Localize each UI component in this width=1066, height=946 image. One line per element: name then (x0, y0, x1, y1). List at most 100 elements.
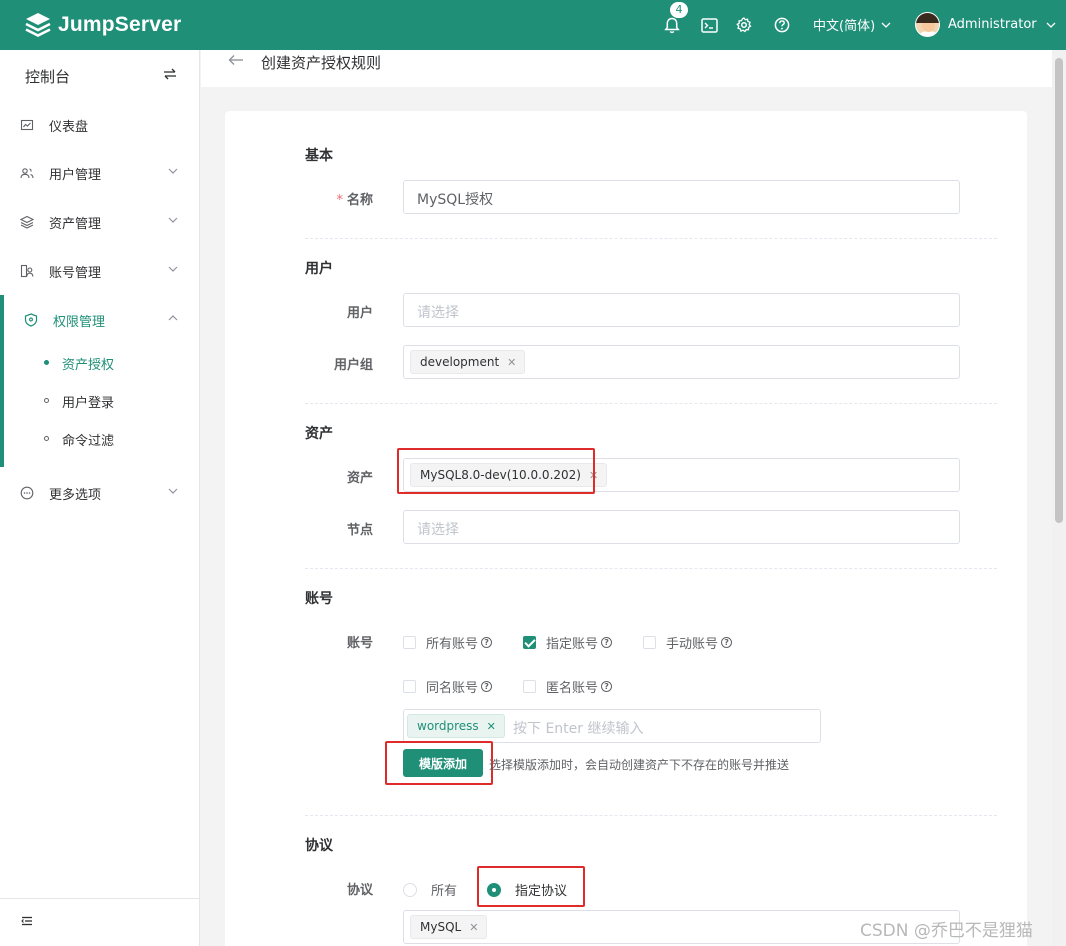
sidebar-subitem-label: 用户登录 (62, 396, 115, 411)
protocol-label: 协议 (346, 883, 373, 898)
form-card: 基本 * 名称 MySQL授权 用户 用户 请选择 用户组 development… (225, 111, 1027, 946)
radio-circle (487, 882, 501, 897)
sidebar-subitem-label: 命令过滤 (62, 434, 115, 449)
swap-icon[interactable] (163, 68, 177, 80)
checkbox-box (403, 680, 416, 693)
name-input-value: MySQL授权 (417, 192, 494, 208)
tag-label: wordpress (417, 719, 479, 733)
user-group-select[interactable]: development ✕ (403, 345, 960, 379)
user-label: 用户 (346, 306, 373, 321)
chevron-down-icon (168, 217, 178, 223)
asset-label: 资产 (346, 471, 373, 486)
collapse-sidebar-icon[interactable] (21, 916, 33, 926)
top-navbar: JumpServer 4 中文(简体) Administrator (0, 0, 1066, 50)
bullet-icon (44, 360, 49, 365)
section-title-account: 账号 (305, 591, 333, 607)
chevron-down-icon (168, 488, 178, 494)
checkbox-box (403, 636, 416, 649)
section-title-asset: 资产 (305, 426, 333, 442)
section-divider (305, 238, 997, 239)
sidebar-subitem-command-filter[interactable]: 命令过滤 (0, 422, 199, 456)
radio-all-protocols[interactable]: 所有 (403, 880, 457, 899)
gear-icon[interactable] (732, 13, 756, 37)
sidebar-item-label: 仪表盘 (49, 120, 89, 135)
sidebar-item-dashboard[interactable]: 仪表盘 (0, 105, 199, 145)
protocol-tag: MySQL ✕ (410, 915, 488, 939)
checkbox-box (523, 680, 536, 693)
template-add-button[interactable]: 模版添加 (403, 749, 483, 777)
radio-label: 所有 (431, 884, 458, 899)
page-title: 创建资产授权规则 (261, 54, 382, 72)
checkbox-label: 指定账号 (546, 637, 599, 652)
users-icon (20, 168, 34, 179)
account-tag: wordpress ✕ (407, 714, 505, 738)
checkbox-same-name-accounts[interactable]: 同名账号? (403, 677, 493, 696)
terminal-icon[interactable] (697, 13, 721, 37)
sidebar-item-accounts[interactable]: 账号管理 (0, 251, 199, 291)
name-label: * 名称 (336, 193, 373, 208)
user-group-tag: development ✕ (410, 350, 526, 374)
help-icon[interactable]: ? (481, 681, 493, 692)
console-title: 控制台 (25, 68, 71, 86)
sidebar-item-permissions[interactable]: 权限管理 (0, 300, 199, 340)
user-group-label: 用户组 (333, 358, 373, 373)
help-icon[interactable]: ? (601, 637, 613, 648)
user-menu[interactable]: Administrator (915, 12, 1056, 37)
account-input-placeholder: 按下 Enter 继续输入 (513, 721, 644, 737)
tag-label: development (420, 355, 500, 369)
remove-tag-icon[interactable]: ✕ (507, 356, 516, 369)
checkbox-all-accounts[interactable]: 所有账号? (403, 633, 493, 652)
remove-tag-icon[interactable]: ✕ (487, 720, 496, 733)
account-tag-input[interactable]: wordpress ✕ 按下 Enter 继续输入 (403, 709, 821, 743)
sidebar-item-assets[interactable]: 资产管理 (0, 202, 199, 242)
notification-badge: 4 (669, 1, 689, 19)
user-select[interactable]: 请选择 (403, 293, 960, 327)
more-icon (20, 486, 34, 500)
help-icon[interactable]: ? (721, 637, 733, 648)
scrollbar-thumb[interactable] (1055, 58, 1063, 523)
language-selector[interactable]: 中文(简体) (813, 15, 891, 34)
account-icon (20, 264, 34, 278)
page-header: 创建资产授权规则 (201, 50, 1056, 87)
name-input[interactable]: MySQL授权 (403, 180, 960, 214)
chevron-down-icon (1046, 22, 1056, 28)
remove-tag-icon[interactable]: ✕ (469, 921, 478, 934)
section-divider (305, 815, 997, 816)
sidebar-item-more[interactable]: 更多选项 (0, 473, 199, 513)
scrollbar[interactable] (1052, 50, 1066, 946)
logo[interactable]: JumpServer (25, 10, 181, 40)
bullet-icon (44, 436, 49, 441)
shield-icon (24, 313, 38, 327)
node-select[interactable]: 请选择 (403, 510, 960, 544)
section-title-basic: 基本 (305, 148, 333, 164)
radio-label: 指定协议 (515, 884, 568, 899)
required-mark: * (336, 193, 343, 208)
language-label: 中文(简体) (813, 19, 876, 34)
sidebar-subitem-asset-permission[interactable]: 资产授权 (0, 346, 199, 380)
asset-select[interactable]: MySQL8.0-dev(10.0.0.202) ✕ (403, 458, 960, 492)
section-divider (305, 403, 997, 404)
sidebar-item-label: 更多选项 (49, 488, 102, 503)
checkbox-specified-accounts[interactable]: 指定账号? (523, 633, 613, 652)
tag-label: MySQL (420, 920, 462, 934)
back-arrow-icon[interactable] (228, 54, 244, 66)
sidebar-subitem-login-acl[interactable]: 用户登录 (0, 384, 199, 418)
sidebar-item-users[interactable]: 用户管理 (0, 153, 199, 193)
jumpserver-logo-icon (25, 13, 51, 37)
checkbox-manual-accounts[interactable]: 手动账号? (643, 633, 733, 652)
radio-specified-protocols[interactable]: 指定协议 (487, 880, 567, 899)
node-select-placeholder: 请选择 (417, 522, 459, 538)
remove-tag-icon[interactable]: ✕ (589, 469, 598, 482)
section-divider (305, 568, 997, 569)
watermark: CSDN @乔巴不是狸猫 (860, 921, 1033, 941)
help-icon[interactable]: ? (601, 681, 613, 692)
section-title-protocol: 协议 (305, 838, 333, 854)
checkbox-anonymous-accounts[interactable]: 匿名账号? (523, 677, 613, 696)
layers-icon (20, 215, 34, 229)
template-hint-text: 选择模版添加时，会自动创建资产下不存在的账号并推送 (489, 758, 790, 772)
help-icon[interactable]: ? (481, 637, 493, 648)
help-icon[interactable] (770, 13, 794, 37)
section-title-user: 用户 (305, 261, 333, 277)
sidebar: 控制台 仪表盘 用户管理 资产管理 账号管理 权限管理 资产授权 用户登录 命令… (0, 50, 200, 946)
sidebar-footer (0, 898, 199, 946)
